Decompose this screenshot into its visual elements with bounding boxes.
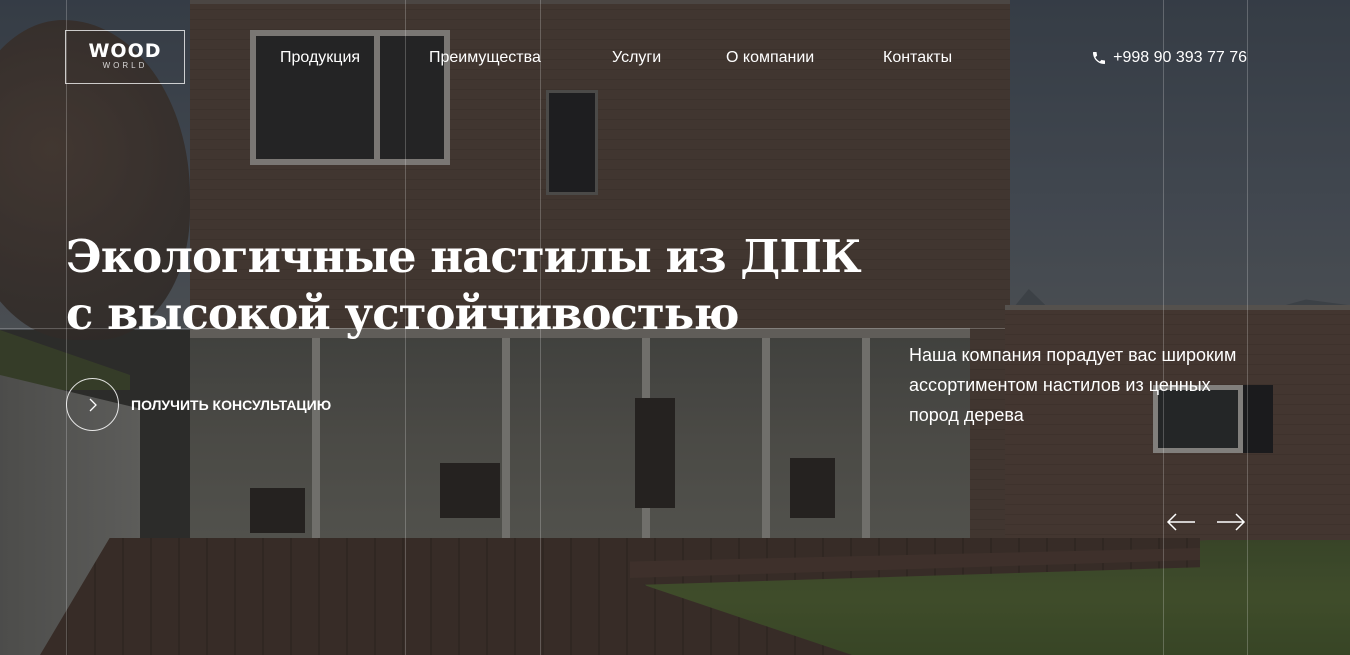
grid-line [1247,0,1248,655]
grid-line [1163,0,1164,655]
logo[interactable]: WOOD WORLD [65,30,185,84]
hero-headline-line-2: с высокой устойчивостью [66,287,739,340]
phone-number: +998 90 393 77 76 [1113,49,1247,66]
chevron-right-icon [89,398,97,411]
nav-item-contacts[interactable]: Контакты [883,48,952,68]
slider-next-button[interactable] [1216,510,1246,534]
logo-text: WOOD [88,40,162,62]
nav-item-advantages[interactable]: Преимущества [429,48,541,68]
phone-link[interactable]: +998 90 393 77 76 [1091,48,1247,68]
logo-subtext: WORLD [102,61,148,70]
slider-prev-button[interactable] [1166,510,1196,534]
nav-item-about[interactable]: О компании [726,48,814,68]
consultation-button-label: ПОЛУЧИТЬ КОНСУЛЬТАЦИЮ [131,396,332,413]
arrow-right-icon [1217,513,1246,531]
hero-headline: Экологичные настилы из ДПК с высокой уст… [66,228,862,342]
cta-circle [66,378,119,431]
slider-controls [1166,510,1246,534]
hero-tagline: Наша компания порадует вас широким ассор… [909,345,1237,425]
nav-item-products[interactable]: Продукция [280,48,360,68]
nav-item-services[interactable]: Услуги [612,48,661,68]
phone-icon [1091,50,1107,66]
hero-headline-line-1: Экологичные настилы из ДПК [66,230,862,283]
arrow-left-icon [1166,513,1195,531]
consultation-button[interactable]: ПОЛУЧИТЬ КОНСУЛЬТАЦИЮ [66,378,331,431]
